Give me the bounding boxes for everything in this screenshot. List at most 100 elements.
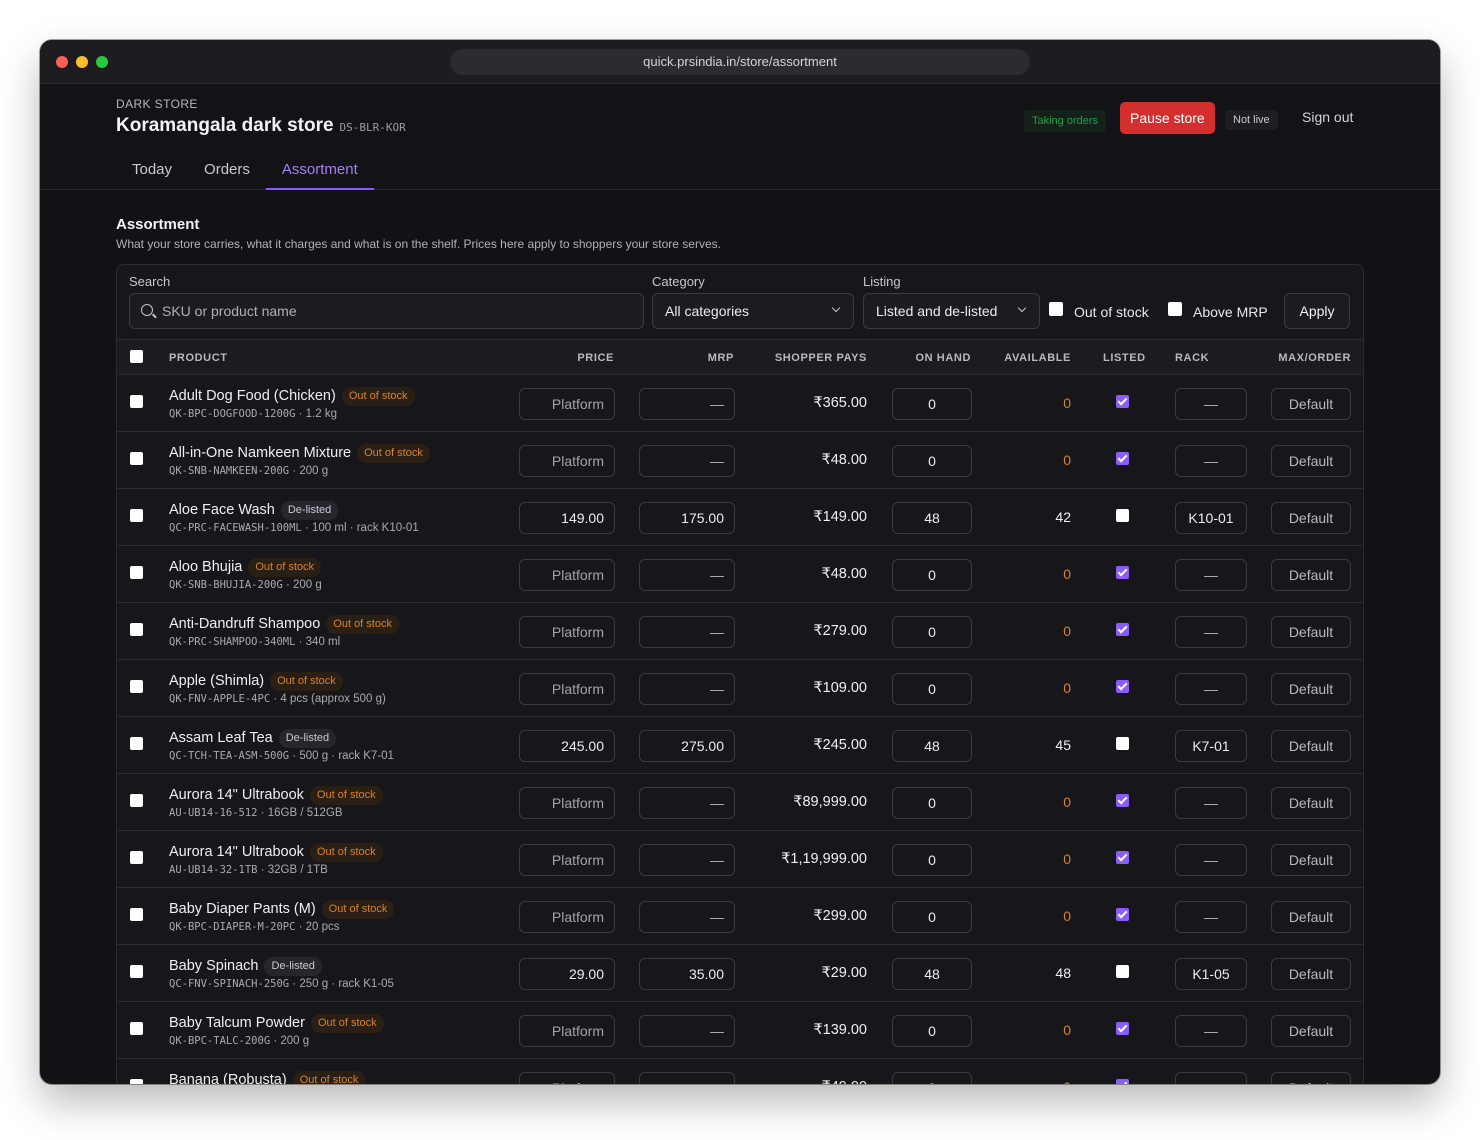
- out-of-stock-label[interactable]: Out of stock: [1074, 304, 1149, 320]
- above-mrp-checkbox[interactable]: [1168, 302, 1182, 316]
- close-window-button[interactable]: [56, 56, 68, 68]
- row-select-checkbox[interactable]: [130, 737, 143, 750]
- price-input[interactable]: Platform: [519, 559, 615, 591]
- on-hand-input[interactable]: 0: [892, 1072, 972, 1084]
- rack-input[interactable]: —: [1175, 901, 1247, 933]
- price-input[interactable]: 245.00: [519, 730, 615, 762]
- on-hand-input[interactable]: 0: [892, 616, 972, 648]
- above-mrp-label[interactable]: Above MRP: [1193, 304, 1268, 320]
- max-order-button[interactable]: Default: [1271, 787, 1351, 819]
- on-hand-input[interactable]: 0: [892, 559, 972, 591]
- sign-out-link[interactable]: Sign out: [1302, 109, 1353, 125]
- column-product[interactable]: PRODUCT: [169, 352, 228, 364]
- max-order-button[interactable]: Default: [1271, 1015, 1351, 1047]
- on-hand-input[interactable]: 48: [892, 730, 972, 762]
- product-name[interactable]: All-in-One Namkeen Mixture: [169, 445, 351, 461]
- price-input[interactable]: Platform: [519, 844, 615, 876]
- category-select[interactable]: All categories: [652, 293, 854, 329]
- row-select-checkbox[interactable]: [130, 395, 143, 408]
- product-name[interactable]: Aurora 14" Ultrabook: [169, 787, 304, 803]
- product-name[interactable]: Aloe Face Wash: [169, 502, 275, 518]
- max-order-button[interactable]: Default: [1271, 559, 1351, 591]
- row-select-checkbox[interactable]: [130, 623, 143, 636]
- listed-checkbox[interactable]: [1116, 965, 1129, 978]
- price-input[interactable]: Platform: [519, 445, 615, 477]
- on-hand-input[interactable]: 0: [892, 787, 972, 819]
- product-name[interactable]: Aloo Bhujia: [169, 559, 242, 575]
- price-input[interactable]: 29.00: [519, 958, 615, 990]
- price-input[interactable]: Platform: [519, 787, 615, 819]
- row-select-checkbox[interactable]: [130, 680, 143, 693]
- row-select-checkbox[interactable]: [130, 965, 143, 978]
- select-all-checkbox[interactable]: [130, 350, 143, 363]
- column-price[interactable]: PRICE: [517, 352, 614, 364]
- row-select-checkbox[interactable]: [130, 566, 143, 579]
- on-hand-input[interactable]: 0: [892, 673, 972, 705]
- column-max-order[interactable]: MAX/ORDER: [1247, 352, 1351, 364]
- row-select-checkbox[interactable]: [130, 1079, 143, 1084]
- row-select-checkbox[interactable]: [130, 851, 143, 864]
- price-input[interactable]: Platform: [519, 1015, 615, 1047]
- price-input[interactable]: Platform: [519, 388, 615, 420]
- listed-checkbox[interactable]: [1116, 1022, 1129, 1035]
- listed-checkbox[interactable]: [1116, 623, 1129, 636]
- column-mrp[interactable]: MRP: [637, 352, 734, 364]
- rack-input[interactable]: —: [1175, 445, 1247, 477]
- row-select-checkbox[interactable]: [130, 794, 143, 807]
- rack-input[interactable]: K10-01: [1175, 502, 1247, 534]
- listed-checkbox[interactable]: [1116, 452, 1129, 465]
- product-name[interactable]: Aurora 14" Ultrabook: [169, 844, 304, 860]
- max-order-button[interactable]: Default: [1271, 1072, 1351, 1084]
- max-order-button[interactable]: Default: [1271, 901, 1351, 933]
- listed-checkbox[interactable]: [1116, 851, 1129, 864]
- on-hand-input[interactable]: 0: [892, 1015, 972, 1047]
- rack-input[interactable]: —: [1175, 787, 1247, 819]
- price-input[interactable]: 149.00: [519, 502, 615, 534]
- product-name[interactable]: Baby Talcum Powder: [169, 1015, 305, 1031]
- max-order-button[interactable]: Default: [1271, 958, 1351, 990]
- tab-assortment[interactable]: Assortment: [265, 158, 374, 190]
- product-name[interactable]: Baby Diaper Pants (M): [169, 901, 316, 917]
- rack-input[interactable]: —: [1175, 1072, 1247, 1084]
- listed-checkbox[interactable]: [1116, 737, 1129, 750]
- max-order-button[interactable]: Default: [1271, 730, 1351, 762]
- listed-checkbox[interactable]: [1116, 908, 1129, 921]
- listed-checkbox[interactable]: [1116, 680, 1129, 693]
- listed-checkbox[interactable]: [1116, 1079, 1129, 1084]
- search-input[interactable]: [162, 294, 632, 328]
- product-name[interactable]: Assam Leaf Tea: [169, 730, 273, 746]
- rack-input[interactable]: —: [1175, 1015, 1247, 1047]
- zoom-window-button[interactable]: [96, 56, 108, 68]
- column-rack[interactable]: RACK: [1175, 352, 1209, 364]
- max-order-button[interactable]: Default: [1271, 673, 1351, 705]
- max-order-button[interactable]: Default: [1271, 445, 1351, 477]
- tab-orders[interactable]: Orders: [188, 158, 266, 190]
- on-hand-input[interactable]: 0: [892, 388, 972, 420]
- listed-checkbox[interactable]: [1116, 395, 1129, 408]
- listed-checkbox[interactable]: [1116, 509, 1129, 522]
- out-of-stock-checkbox[interactable]: [1049, 302, 1063, 316]
- on-hand-input[interactable]: 48: [892, 502, 972, 534]
- rack-input[interactable]: K7-01: [1175, 730, 1247, 762]
- product-name[interactable]: Baby Spinach: [169, 958, 258, 974]
- on-hand-input[interactable]: 0: [892, 844, 972, 876]
- product-name[interactable]: Adult Dog Food (Chicken): [169, 388, 336, 404]
- listed-checkbox[interactable]: [1116, 566, 1129, 579]
- max-order-button[interactable]: Default: [1271, 844, 1351, 876]
- rack-input[interactable]: K1-05: [1175, 958, 1247, 990]
- listed-checkbox[interactable]: [1116, 794, 1129, 807]
- column-shopper-pays[interactable]: SHOPPER PAYS: [737, 352, 867, 364]
- column-available[interactable]: AVAILABLE: [977, 352, 1071, 364]
- product-name[interactable]: Banana (Robusta): [169, 1072, 287, 1084]
- row-select-checkbox[interactable]: [130, 1022, 143, 1035]
- rack-input[interactable]: —: [1175, 844, 1247, 876]
- rack-input[interactable]: —: [1175, 388, 1247, 420]
- address-bar[interactable]: quick.prsindia.in/store/assortment: [450, 49, 1030, 75]
- rack-input[interactable]: —: [1175, 673, 1247, 705]
- row-select-checkbox[interactable]: [130, 509, 143, 522]
- tab-today[interactable]: Today: [116, 158, 188, 190]
- max-order-button[interactable]: Default: [1271, 388, 1351, 420]
- max-order-button[interactable]: Default: [1271, 616, 1351, 648]
- product-name[interactable]: Anti-Dandruff Shampoo: [169, 616, 320, 632]
- price-input[interactable]: Platform: [519, 673, 615, 705]
